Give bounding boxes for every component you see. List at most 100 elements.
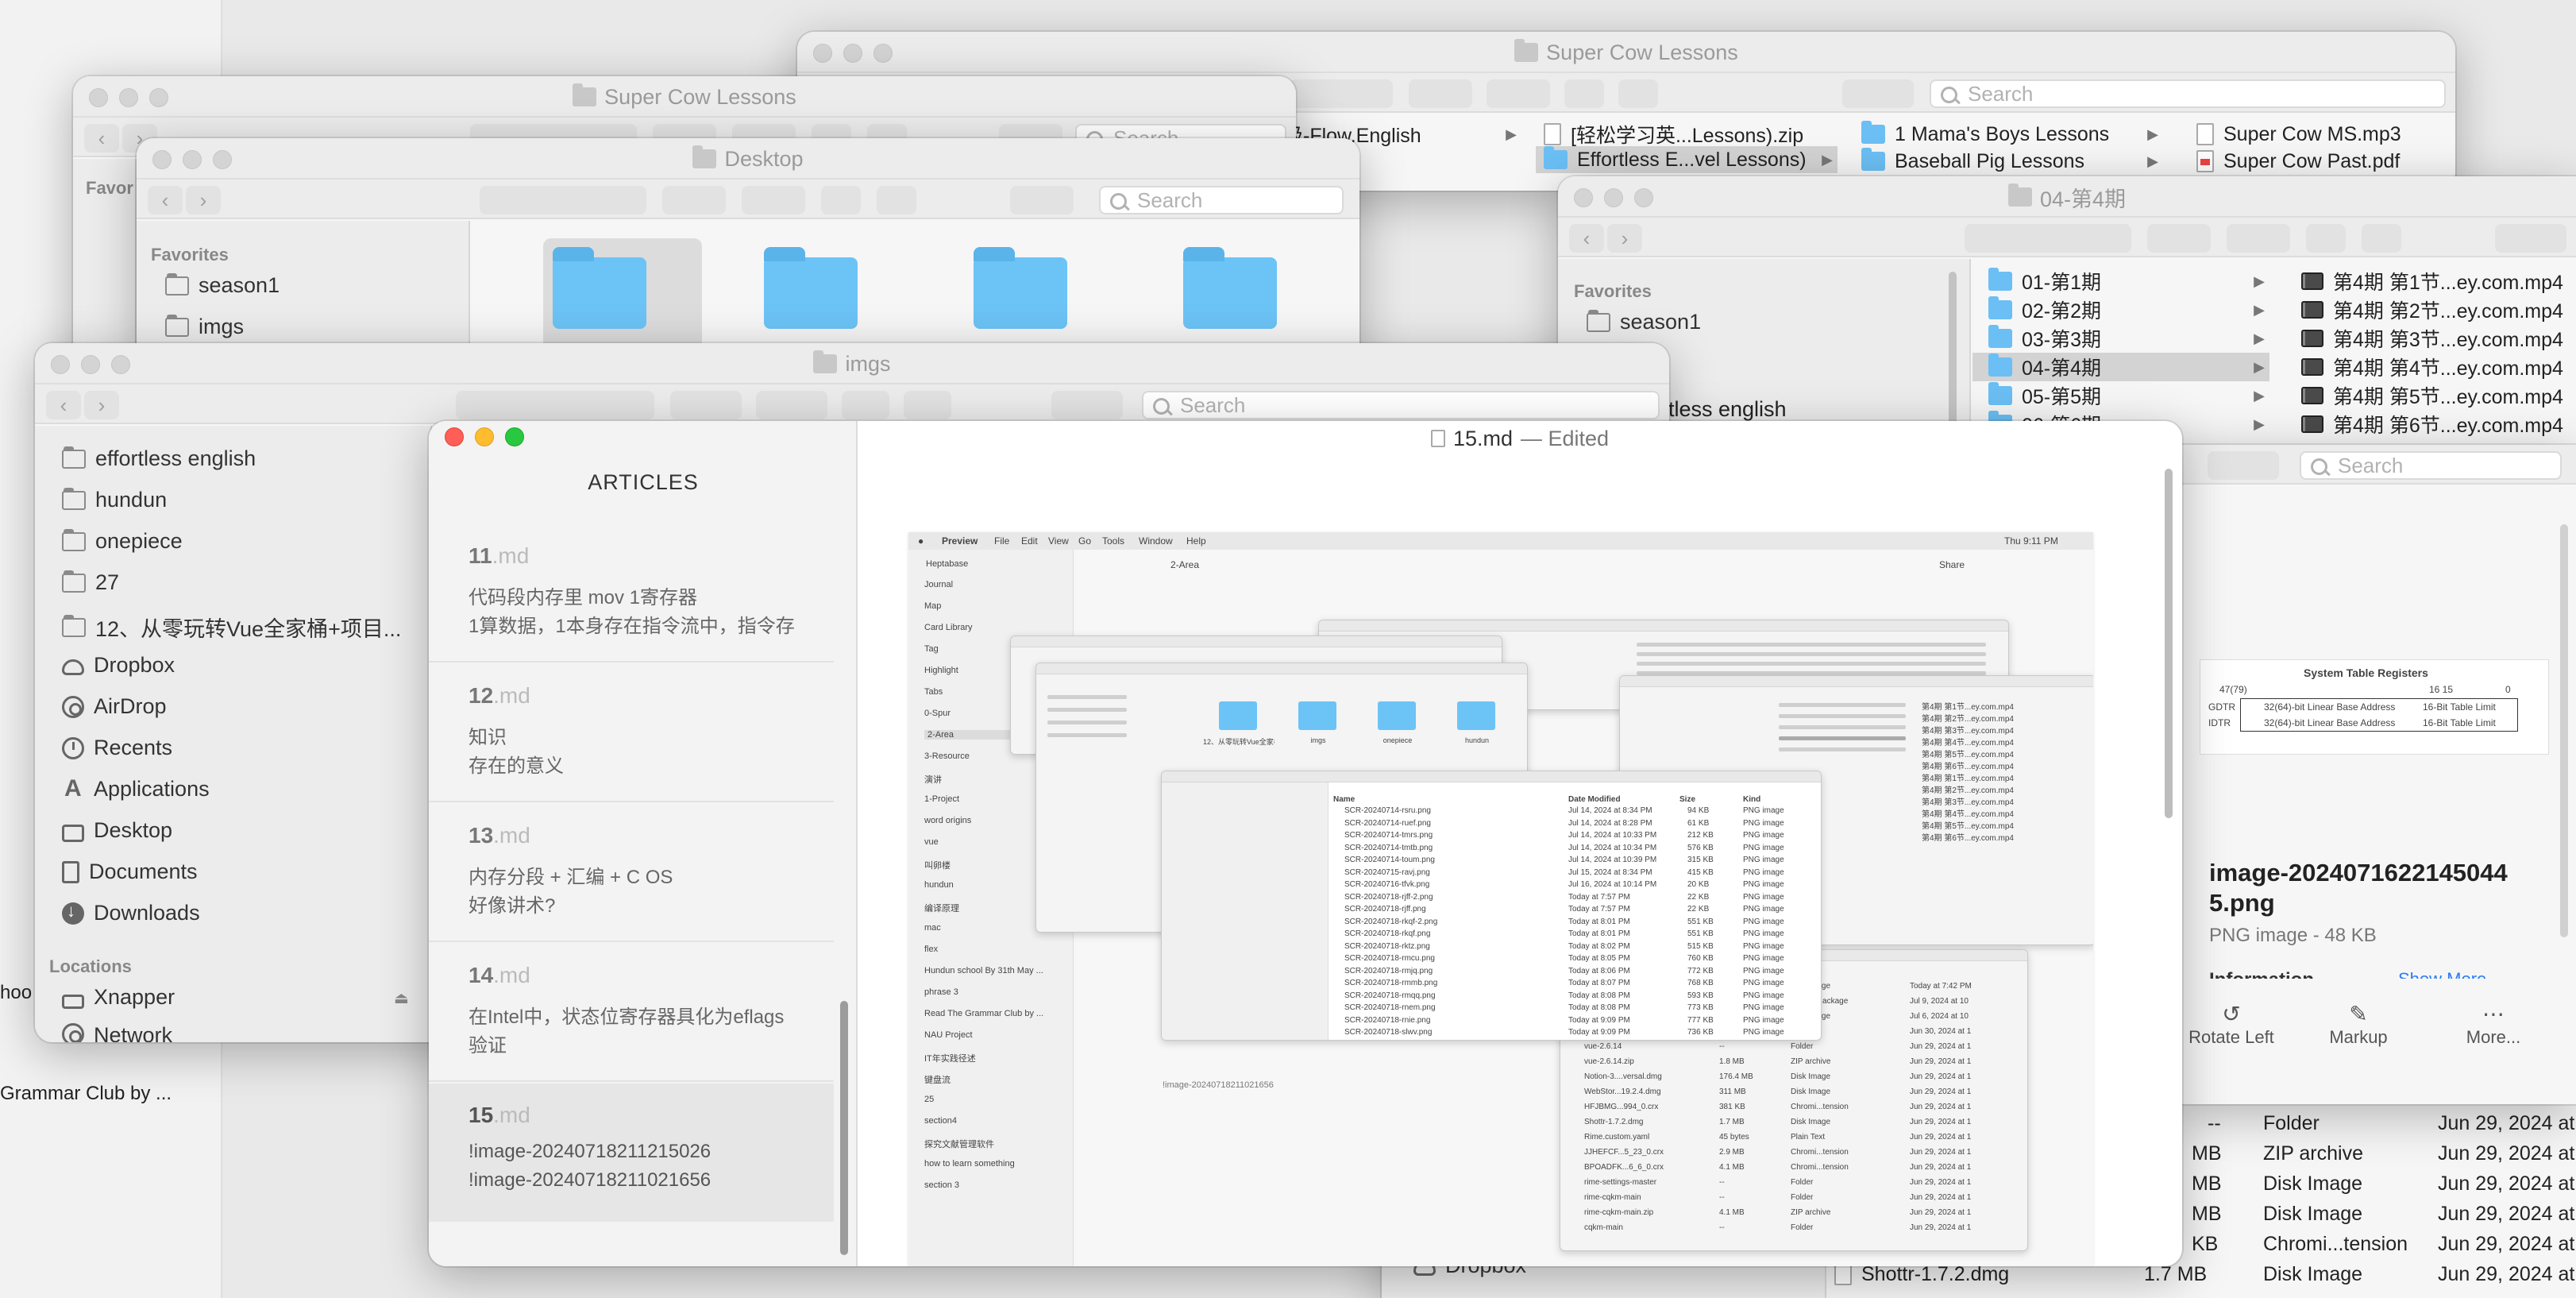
folder-icon[interactable] (1183, 247, 1277, 329)
sidebar-item-dropbox[interactable]: Dropbox (62, 653, 175, 678)
action-button[interactable] (2227, 224, 2290, 253)
back-button[interactable]: ‹ (84, 124, 119, 153)
search-input[interactable]: Search (2300, 451, 2562, 480)
action-button[interactable] (742, 186, 805, 214)
eject-icon[interactable]: ⏏ (394, 988, 409, 1008)
article-item[interactable]: 12.md 知识 存在的意义 (429, 664, 834, 802)
sidebar-item-season1[interactable]: season1 (165, 272, 280, 298)
group-button[interactable] (2147, 224, 2211, 253)
sidebar-item-applications[interactable]: Applications (62, 775, 210, 802)
sidebar-item-hundun[interactable]: hundun (62, 487, 167, 512)
article-item[interactable]: 11.md 代码段内存里 mov 1寄存器 1算数据，1本身存在指令流中，指令存 (429, 524, 834, 663)
forward-button[interactable]: › (1607, 224, 1642, 253)
sidebar-item-downloads[interactable]: Downloads (62, 901, 200, 925)
rotate-left-button[interactable]: ↺ Rotate Left (2184, 1001, 2279, 1048)
dropbox-button[interactable] (1842, 79, 1914, 108)
group-button[interactable] (662, 186, 726, 214)
action-button[interactable] (1487, 79, 1550, 108)
list-item[interactable]: 第4期 第6节...ey.com.mp4 (2301, 410, 2576, 438)
share-button[interactable] (821, 186, 861, 214)
finder-window-week4[interactable]: 04-第4期 ‹ › Favorites season1 rtless engli… (1558, 176, 2576, 446)
close-button[interactable] (445, 427, 464, 446)
list-item[interactable]: 01-第1期 ▶ (1972, 267, 2269, 296)
sidebar-item-effortless-english[interactable]: effortless english (62, 446, 256, 471)
articles-scrollbar[interactable] (840, 1001, 848, 1255)
share-button[interactable] (1564, 79, 1604, 108)
list-item[interactable]: 第4期 第2节...ey.com.mp4 (2301, 296, 2576, 324)
view-toggle[interactable] (1290, 79, 1393, 108)
article-item[interactable]: 14.md 在Intel中，状态位寄存器具化为eflags 验证 (429, 944, 834, 1082)
folder-icon[interactable] (553, 247, 646, 329)
share-button[interactable] (842, 391, 889, 419)
folder-icon[interactable] (764, 247, 858, 329)
dropbox-button[interactable] (1051, 391, 1123, 419)
sidebar-item-imgs[interactable]: imgs (165, 314, 244, 339)
scrollbar[interactable] (2560, 524, 2568, 937)
list-item[interactable]: 02-第2期 ▶ (1972, 296, 2269, 324)
minimize-button[interactable] (475, 427, 494, 446)
search-input[interactable]: Search (1099, 186, 1344, 214)
dropbox-button[interactable] (1010, 186, 1074, 214)
locations-label: Locations (49, 956, 132, 976)
sidebar-item-desktop[interactable]: Desktop (62, 818, 172, 843)
list-item[interactable]: 第4期 第1节...ey.com.mp4 (2301, 267, 2576, 296)
folder-icon[interactable] (974, 247, 1067, 329)
list-item[interactable]: 第4期 第4节...ey.com.mp4 (2301, 353, 2576, 381)
list-item[interactable]: Super Cow Past.pdf (2196, 148, 2451, 175)
article-item-selected[interactable]: 15.md !image-20240718211215026 !image-20… (429, 1084, 834, 1222)
sidebar-item-vue-course[interactable]: 12、从零玩转Vue全家桶+项目... (62, 612, 429, 643)
search-input[interactable]: Search (1930, 79, 2446, 108)
sidebar-item-partial[interactable]: rtless english (1661, 397, 1787, 422)
forward-button[interactable]: › (84, 391, 119, 419)
markup-button[interactable]: ✎ Markup (2311, 1001, 2406, 1048)
scrollbar[interactable] (1949, 272, 1957, 431)
sidebar-item-recents[interactable]: Recents (62, 736, 172, 760)
tag-button[interactable] (877, 186, 916, 214)
sidebar-item-onepiece[interactable]: onepiece (62, 528, 183, 554)
tag-button[interactable] (2362, 224, 2401, 253)
back-button[interactable]: ‹ (46, 391, 81, 419)
dropbox-button[interactable] (2208, 451, 2279, 480)
sidebar-item-network[interactable]: Network (62, 1023, 172, 1042)
group-button[interactable] (670, 391, 742, 419)
forward-button[interactable]: › (186, 186, 221, 214)
mini-label: Jun 29, 2024 at 1 (1910, 1087, 1972, 1096)
sidebar-item-documents[interactable]: Documents (62, 860, 198, 884)
back-button[interactable]: ‹ (1569, 224, 1604, 253)
action-button[interactable] (756, 391, 827, 419)
search-input[interactable]: Search (1142, 391, 1660, 419)
more-button[interactable]: ⋯ More... (2446, 1001, 2541, 1048)
preview-panel[interactable]: Search System Table Registers 47(79) 16 … (2176, 445, 2576, 1104)
sidebar-item-27[interactable]: 27 (62, 570, 119, 595)
list-item[interactable]: 第4期 第5节...ey.com.mp4 (2301, 381, 2576, 410)
sidebar-item-xnapper[interactable]: Xnapper (62, 985, 175, 1010)
list-item[interactable]: [轻松学习英...Lessons).zip (1544, 121, 1830, 148)
list-item[interactable]: 第4期 第3节...ey.com.mp4 (2301, 324, 2576, 353)
list-item[interactable]: 1 Mama's Boys Lessons ▶ (1861, 121, 2163, 148)
view-toggle[interactable] (1965, 224, 2131, 253)
share-button[interactable] (2306, 224, 2346, 253)
dropbox-button[interactable] (2495, 224, 2566, 253)
zoom-button[interactable] (505, 427, 524, 446)
tag-button[interactable] (904, 391, 951, 419)
finder-window-desktop[interactable]: Desktop ‹ › Search Favorites season1 imgs (137, 138, 1359, 369)
tag-button[interactable] (1618, 79, 1658, 108)
group-button[interactable] (1409, 79, 1472, 108)
mini-label: PNG image (1743, 1015, 1784, 1025)
article-item[interactable]: 13.md 内存分段 + 汇编 + C OS 好像讲术? (429, 804, 834, 942)
list-item[interactable]: Super Cow MS.mp3 (2196, 121, 2451, 148)
mini-label: PNG image (1743, 831, 1784, 840)
view-toggle[interactable] (480, 186, 646, 214)
back-button[interactable]: ‹ (148, 186, 183, 214)
list-item-selected[interactable]: 04-第4期 ▶ (1972, 353, 2269, 381)
list-item[interactable]: 03-第3期 ▶ (1972, 324, 2269, 353)
sidebar-item-season1[interactable]: season1 (1587, 309, 1701, 334)
list-item[interactable]: 05-第5期 ▶ (1972, 381, 2269, 410)
view-toggle[interactable] (456, 391, 654, 419)
sidebar-item-airdrop[interactable]: AirDrop (62, 694, 167, 719)
markup-icon: ✎ (2349, 1002, 2368, 1026)
editor-scrollbar[interactable] (2165, 469, 2173, 818)
list-item[interactable]: Effortless E...vel Lessons) ▶ (1536, 146, 1838, 173)
list-item[interactable]: Baseball Pig Lessons ▶ (1861, 148, 2163, 175)
editor-window[interactable]: 15.md — Edited ARTICLES 11.md 代码段内存里 mov… (429, 421, 2182, 1266)
